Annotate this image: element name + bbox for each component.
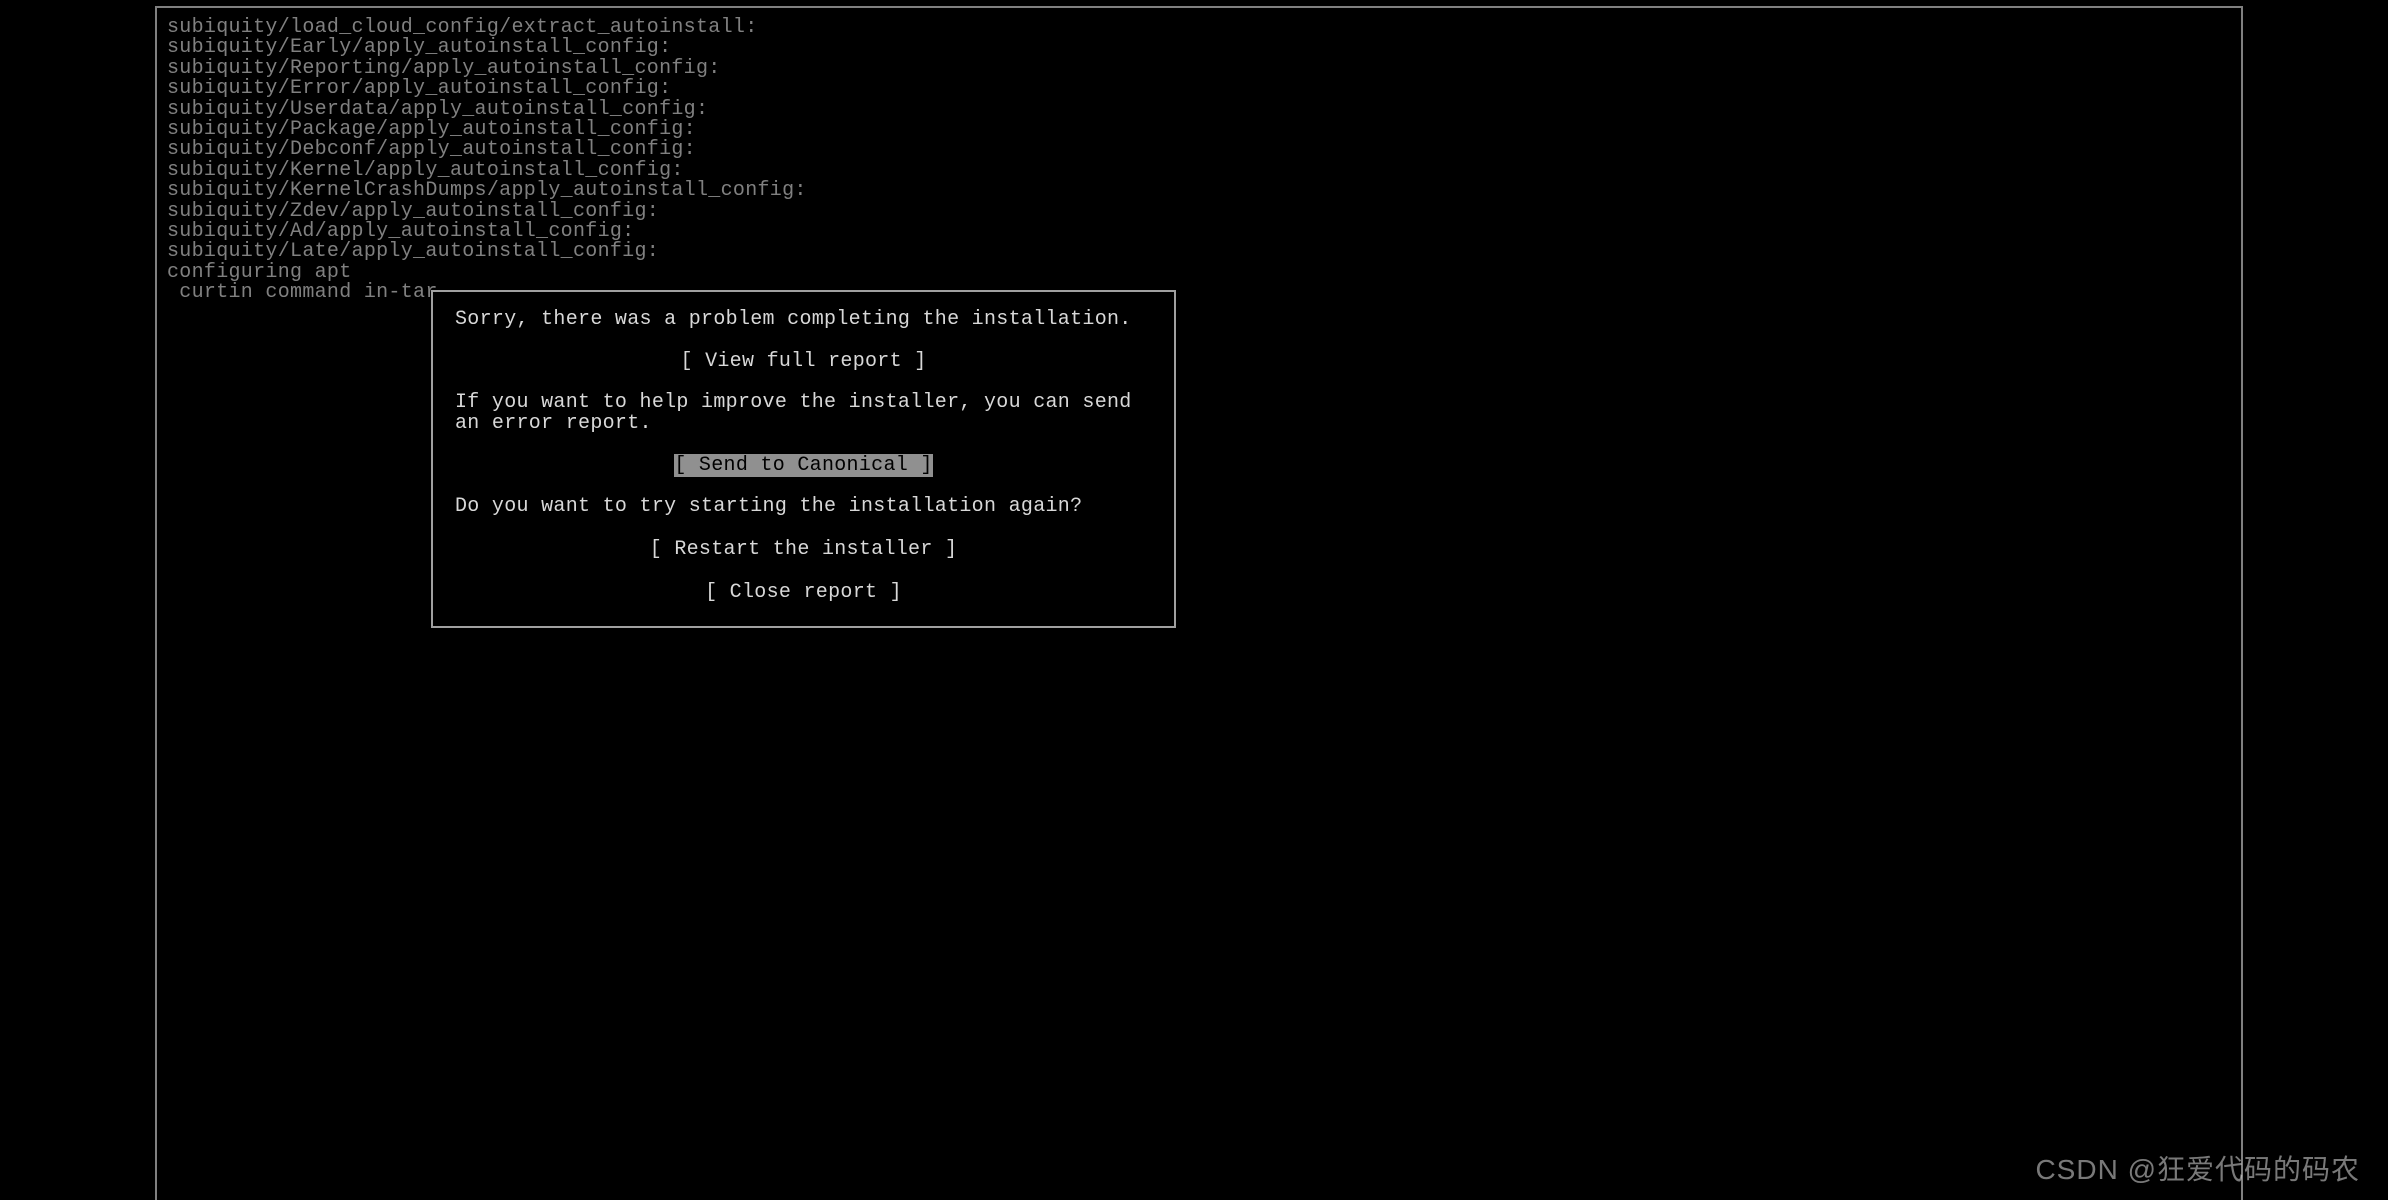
dialog-retry-message: Do you want to try starting the installa… <box>455 497 1152 517</box>
restart-installer-button[interactable]: [ Restart the installer ] <box>650 538 958 561</box>
log-line: subiquity/Late/apply_autoinstall_config: <box>167 242 2231 262</box>
log-line: subiquity/Error/apply_autoinstall_config… <box>167 79 2231 99</box>
dialog-error-message: Sorry, there was a problem completing th… <box>455 310 1152 330</box>
close-report-button[interactable]: [ Close report ] <box>705 581 902 604</box>
log-line: subiquity/Ad/apply_autoinstall_config: <box>167 222 2231 242</box>
send-to-canonical-button[interactable]: [ Send to Canonical ] <box>674 454 932 477</box>
log-line: subiquity/Debconf/apply_autoinstall_conf… <box>167 140 2231 160</box>
view-full-report-button[interactable]: [ View full report ] <box>680 350 926 373</box>
log-line: subiquity/Userdata/apply_autoinstall_con… <box>167 100 2231 120</box>
log-line: subiquity/Kernel/apply_autoinstall_confi… <box>167 161 2231 181</box>
error-dialog: Sorry, there was a problem completing th… <box>431 290 1176 628</box>
installer-log-output: subiquity/load_cloud_config/extract_auto… <box>167 18 2231 304</box>
log-line: configuring apt <box>167 263 2231 283</box>
dialog-help-message: If you want to help improve the installe… <box>455 393 1152 434</box>
log-line: subiquity/Package/apply_autoinstall_conf… <box>167 120 2231 140</box>
watermark-text: CSDN @狂爱代码的码农 <box>2035 1148 2360 1188</box>
log-line: subiquity/KernelCrashDumps/apply_autoins… <box>167 181 2231 201</box>
log-line: subiquity/load_cloud_config/extract_auto… <box>167 18 2231 38</box>
log-line: subiquity/Early/apply_autoinstall_config… <box>167 38 2231 58</box>
log-line: subiquity/Reporting/apply_autoinstall_co… <box>167 59 2231 79</box>
log-line: subiquity/Zdev/apply_autoinstall_config: <box>167 202 2231 222</box>
